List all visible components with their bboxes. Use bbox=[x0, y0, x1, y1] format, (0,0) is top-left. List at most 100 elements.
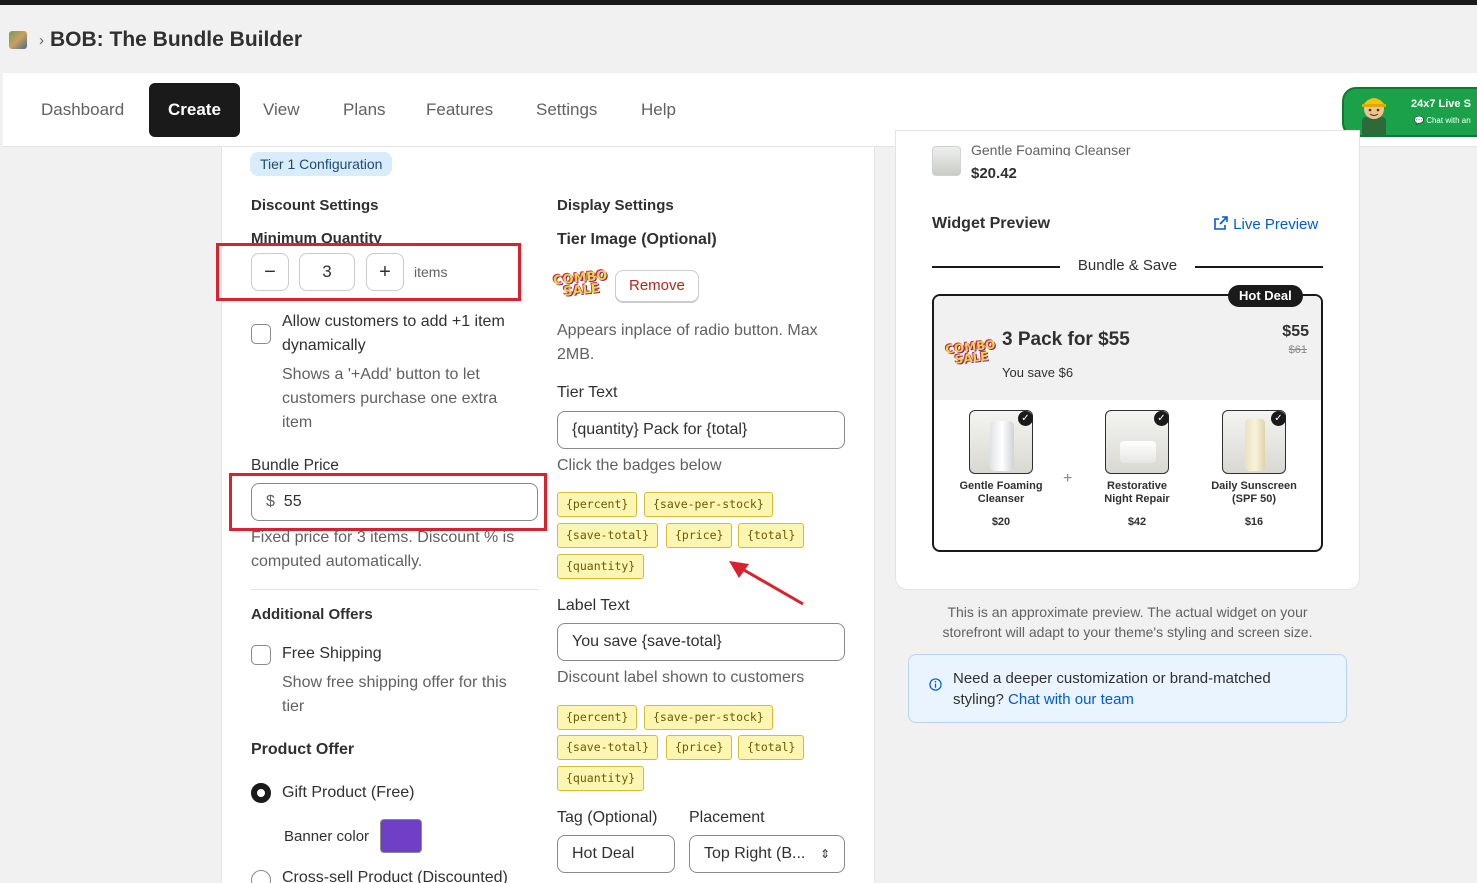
allow-extra-help-2: customers purchase one extra bbox=[282, 390, 498, 407]
tier-price: $55 bbox=[1282, 323, 1309, 340]
tier-image-help-2: 2MB. bbox=[557, 346, 595, 363]
nav-dashboard[interactable]: Dashboard bbox=[22, 83, 143, 137]
top-product-price: $20.42 bbox=[971, 165, 1017, 182]
nav-settings[interactable]: Settings bbox=[517, 83, 616, 137]
nav-features[interactable]: Features bbox=[407, 83, 512, 137]
badges-help-text: Click the badges below bbox=[557, 457, 722, 474]
label-text-help: Discount label shown to customers bbox=[557, 669, 805, 686]
tier-compare-price: $61 bbox=[1288, 344, 1307, 356]
preview-note: This is an approximate preview. The actu… bbox=[942, 604, 1313, 640]
tier-text-label: Tier Text bbox=[557, 384, 618, 401]
live-preview-link[interactable]: Live Preview bbox=[1213, 215, 1318, 233]
chat-with-team-link[interactable]: Chat with our team bbox=[1008, 691, 1134, 708]
support-title: 24x7 Live S bbox=[1411, 98, 1471, 110]
token-quantity[interactable]: {quantity} bbox=[557, 554, 645, 579]
tag-input[interactable]: Hot Deal bbox=[557, 835, 675, 873]
token-quantity-2[interactable]: {quantity} bbox=[557, 766, 645, 791]
token-total-2[interactable]: {total} bbox=[738, 735, 805, 760]
token-price-2[interactable]: {price} bbox=[666, 735, 733, 760]
cross-sell-radio[interactable] bbox=[251, 870, 271, 883]
bundle-price-help-1: Fixed price for 3 items. Discount % is bbox=[251, 529, 515, 546]
banner-color-label: Banner color bbox=[284, 828, 370, 845]
display-settings-heading: Display Settings bbox=[557, 197, 674, 214]
widget-preview-heading: Widget Preview bbox=[932, 215, 1051, 232]
highlight-bundle-price bbox=[229, 473, 547, 531]
nav-plans[interactable]: Plans bbox=[324, 83, 405, 137]
select-chevron-icon: ⇕ bbox=[819, 847, 830, 861]
gift-product-radio[interactable] bbox=[251, 783, 271, 803]
info-icon bbox=[929, 678, 942, 691]
allow-extra-label-2: dynamically bbox=[282, 337, 366, 354]
label-text-input[interactable]: You save {save-total} bbox=[557, 623, 845, 661]
product-price-1: $20 bbox=[991, 516, 1011, 528]
remove-image-button[interactable]: Remove bbox=[615, 270, 699, 302]
token-save-total[interactable]: {save-total} bbox=[557, 523, 659, 548]
product-price-3: $16 bbox=[1244, 516, 1264, 528]
product-name-3: Daily Sunscreen (SPF 50) bbox=[1211, 480, 1297, 505]
breadcrumb-separator: › bbox=[39, 31, 44, 49]
tier-image-thumbnail: COMBO SALE bbox=[552, 263, 608, 307]
customization-info-box: Need a deeper customization or brand-mat… bbox=[908, 654, 1347, 723]
token-save-per-stock[interactable]: {save-per-stock} bbox=[644, 492, 773, 517]
allow-extra-label-1: Allow customers to add +1 item bbox=[282, 313, 505, 330]
additional-offers-heading: Additional Offers bbox=[251, 606, 373, 623]
placement-select[interactable]: Top Right (B... ⇕ bbox=[689, 835, 845, 873]
product-offer-heading: Product Offer bbox=[251, 741, 355, 758]
annotation-arrow-icon bbox=[729, 561, 804, 606]
token-total[interactable]: {total} bbox=[738, 523, 805, 548]
bundle-save-title: Bundle & Save bbox=[1077, 257, 1178, 274]
divider-left bbox=[932, 266, 1060, 268]
tier-text-input[interactable]: {quantity} Pack for {total} bbox=[557, 411, 845, 449]
tag-label: Tag (Optional) bbox=[557, 809, 658, 826]
tier-title: 3 Pack for $55 bbox=[1002, 329, 1130, 350]
placement-value: Top Right (B... bbox=[704, 845, 806, 862]
product-name-2: Restorative Night Repair bbox=[1104, 480, 1170, 505]
section-divider bbox=[251, 589, 539, 590]
support-agent-icon bbox=[1362, 98, 1386, 135]
free-shipping-checkbox[interactable] bbox=[251, 645, 271, 665]
allow-extra-help-1: Shows a '+Add' button to let bbox=[282, 366, 480, 383]
bundle-price-help-2: computed automatically. bbox=[251, 553, 423, 570]
nav-help[interactable]: Help bbox=[622, 83, 695, 137]
bundle-widget[interactable]: COMBO SALE 3 Pack for $55 You save $6 $55… bbox=[932, 294, 1323, 552]
top-product-name: Gentle Foaming Cleanser bbox=[971, 142, 1131, 156]
plus-icon: + bbox=[1063, 470, 1073, 487]
external-link-icon bbox=[1214, 216, 1228, 230]
check-icon: ✓ bbox=[1018, 411, 1033, 426]
free-shipping-label: Free Shipping bbox=[282, 645, 382, 662]
product-price-2: $42 bbox=[1127, 516, 1147, 528]
token-percent[interactable]: {percent} bbox=[557, 492, 638, 517]
highlight-min-qty bbox=[216, 243, 521, 301]
tier-combo-image: COMBO SALE bbox=[944, 337, 997, 367]
tier-save-label: You save $6 bbox=[1002, 365, 1074, 380]
cross-sell-label: Cross-sell Product (Discounted) bbox=[282, 869, 508, 883]
token-save-per-stock-2[interactable]: {save-per-stock} bbox=[644, 705, 773, 730]
top-product-thumbnail bbox=[932, 146, 961, 176]
allow-extra-item-checkbox[interactable] bbox=[251, 324, 271, 344]
product-name-1: Gentle Foaming Cleanser bbox=[959, 480, 1043, 505]
check-icon: ✓ bbox=[1154, 411, 1169, 426]
tier-badge: Tier 1 Configuration bbox=[250, 152, 393, 176]
placement-label: Placement bbox=[689, 809, 765, 826]
check-icon: ✓ bbox=[1271, 411, 1286, 426]
token-price[interactable]: {price} bbox=[666, 523, 733, 548]
app-logo-icon[interactable] bbox=[9, 31, 27, 49]
token-percent-2[interactable]: {percent} bbox=[557, 705, 638, 730]
discount-settings-heading: Discount Settings bbox=[251, 197, 379, 214]
free-shipping-help-2: tier bbox=[282, 698, 305, 715]
gift-product-label: Gift Product (Free) bbox=[282, 784, 415, 801]
nav-view[interactable]: View bbox=[244, 83, 319, 137]
app-header: › BOB: The Bundle Builder bbox=[0, 5, 1477, 75]
info-text: Need a deeper customization or brand-mat… bbox=[953, 670, 1271, 708]
divider-right bbox=[1195, 266, 1323, 268]
app-title: BOB: The Bundle Builder bbox=[50, 28, 302, 51]
nav-create[interactable]: Create bbox=[149, 83, 240, 137]
support-subtitle: 💬 Chat with an bbox=[1414, 116, 1471, 125]
allow-extra-help-3: item bbox=[282, 414, 313, 431]
token-save-total-2[interactable]: {save-total} bbox=[557, 735, 659, 760]
label-text-label: Label Text bbox=[557, 597, 630, 614]
live-support-widget[interactable]: 24x7 Live S 💬 Chat with an bbox=[1342, 87, 1477, 137]
tier-image-label: Tier Image (Optional) bbox=[557, 231, 717, 248]
free-shipping-help-1: Show free shipping offer for this bbox=[282, 674, 507, 691]
banner-color-swatch[interactable] bbox=[380, 819, 422, 853]
